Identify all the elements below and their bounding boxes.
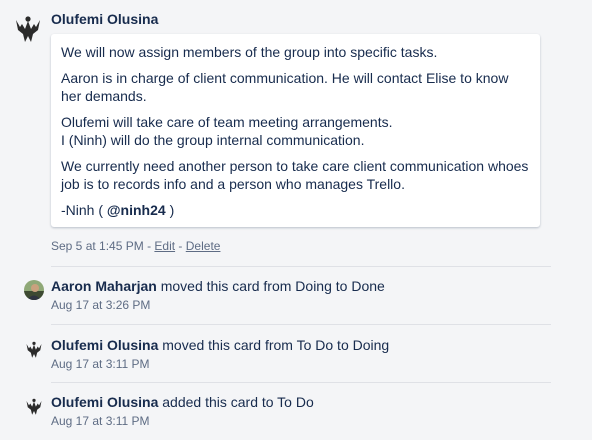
comment-paragraph: I (Ninh) will do the group internal comm… bbox=[61, 132, 365, 148]
comment-meta: Sep 5 at 1:45 PM - Edit - Delete bbox=[51, 239, 220, 253]
comment-paragraph: Aaron is in charge of client communicati… bbox=[61, 70, 509, 104]
edit-link[interactable]: Edit bbox=[154, 239, 175, 253]
activity-time[interactable]: Aug 17 at 3:11 PM bbox=[51, 414, 150, 428]
phoenix-icon[interactable] bbox=[12, 12, 44, 44]
divider bbox=[51, 324, 551, 325]
comment-paragraph: We currently need another person to take… bbox=[61, 158, 529, 192]
activity-user[interactable]: Aaron Maharjan bbox=[51, 278, 157, 294]
meta-separator: - bbox=[175, 239, 186, 253]
comment-paragraph: We will now assign members of the group … bbox=[61, 44, 438, 60]
activity-time[interactable]: Aug 17 at 3:26 PM bbox=[51, 298, 150, 312]
activity-text: Olufemi Olusina added this card to To Do bbox=[51, 394, 314, 410]
meta-separator: - bbox=[143, 239, 155, 253]
comment-paragraph: Olufemi will take care of team meeting a… bbox=[61, 114, 393, 130]
activity-user[interactable]: Olufemi Olusina bbox=[51, 394, 158, 410]
signature-prefix: -Ninh ( bbox=[61, 202, 107, 218]
delete-link[interactable]: Delete bbox=[186, 239, 221, 253]
activity-user[interactable]: Olufemi Olusina bbox=[51, 337, 158, 353]
activity-action: added this card to To Do bbox=[162, 394, 314, 410]
activity-item: Aaron Maharjan moved this card from Doin… bbox=[0, 268, 592, 324]
comment-signature: -Ninh ( @ninh24 ) bbox=[61, 201, 530, 219]
photo-avatar[interactable] bbox=[24, 280, 44, 300]
activity-item: Olufemi Olusina moved this card from To … bbox=[0, 327, 592, 383]
activity-item: Olufemi Olusina added this card to To Do… bbox=[0, 384, 592, 440]
comment-body: We will now assign members of the group … bbox=[51, 34, 540, 227]
comment-author-name[interactable]: Olufemi Olusina bbox=[51, 11, 158, 27]
activity-text: Aaron Maharjan moved this card from Doin… bbox=[51, 278, 385, 294]
activity-action: moved this card from To Do to Doing bbox=[162, 337, 390, 353]
activity-action: moved this card from Doing to Done bbox=[160, 278, 385, 294]
comment-timestamp[interactable]: Sep 5 at 1:45 PM bbox=[51, 239, 144, 253]
divider bbox=[51, 382, 551, 383]
phoenix-icon[interactable] bbox=[24, 396, 44, 416]
divider bbox=[51, 266, 551, 267]
signature-suffix: ) bbox=[165, 202, 175, 218]
phoenix-icon[interactable] bbox=[24, 339, 44, 359]
activity-text: Olufemi Olusina moved this card from To … bbox=[51, 337, 389, 353]
activity-time[interactable]: Aug 17 at 3:11 PM bbox=[51, 357, 150, 371]
user-mention[interactable]: @ninh24 bbox=[107, 202, 166, 218]
